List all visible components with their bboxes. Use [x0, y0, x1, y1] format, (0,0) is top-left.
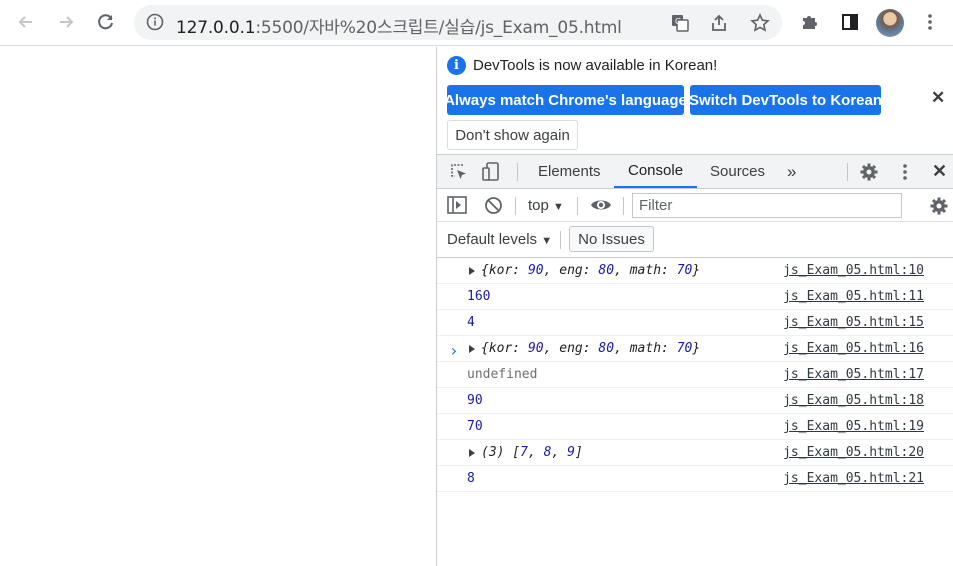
- kebab-menu-icon: [928, 14, 932, 30]
- divider: [623, 197, 624, 215]
- console-row: {kor: 90, eng: 80, math: 70} js_Exam_05.h…: [437, 336, 953, 362]
- url-host: 127.0.0.1: [176, 18, 256, 38]
- expand-triangle-icon[interactable]: [469, 345, 475, 353]
- console-settings-gear-icon[interactable]: [929, 196, 949, 221]
- console-row: 90 js_Exam_05.html:18: [437, 388, 953, 414]
- reload-button[interactable]: [92, 8, 120, 36]
- console-message: 160: [467, 289, 491, 304]
- console-message: 70: [467, 419, 483, 434]
- translate-icon[interactable]: G: [668, 11, 692, 35]
- source-link[interactable]: js_Exam_05.html:20: [783, 445, 924, 460]
- tab-elements[interactable]: Elements: [538, 155, 601, 188]
- svg-text:G: G: [675, 17, 681, 26]
- console-message: 90: [467, 393, 483, 408]
- close-devtools-icon[interactable]: ✕: [932, 161, 947, 182]
- no-issues-button[interactable]: No Issues: [569, 226, 654, 252]
- more-tabs-icon[interactable]: »: [787, 155, 796, 188]
- source-link[interactable]: js_Exam_05.html:11: [783, 289, 924, 304]
- reload-icon: [98, 14, 113, 30]
- console-row: (3) [7, 8, 9] js_Exam_05.html:20: [437, 440, 953, 466]
- devtools-panel: i DevTools is now available in Korean! A…: [436, 47, 953, 566]
- share-icon[interactable]: [707, 11, 731, 35]
- side-panel-icon: [842, 14, 858, 30]
- source-link[interactable]: js_Exam_05.html:21: [783, 471, 924, 486]
- infobar-message: DevTools is now available in Korean!: [473, 57, 718, 74]
- filter-input[interactable]: Filter: [632, 193, 902, 218]
- console-row: undefined js_Exam_05.html:17: [437, 362, 953, 388]
- dropdown-arrow-icon: ▼: [541, 235, 553, 247]
- chrome-menu-button[interactable]: [916, 8, 944, 36]
- levels-bar: Default levels ▼ No Issues: [437, 222, 953, 258]
- context-selector[interactable]: top ▼: [528, 197, 564, 214]
- source-link[interactable]: js_Exam_05.html:17: [783, 367, 924, 382]
- page-viewport: [0, 47, 437, 566]
- browser-toolbar: 127.0.0.1:5500/자바%20스크립트/실습/js_Exam_05.h…: [0, 0, 953, 46]
- url-path: :5500/자바%20스크립트/실습/js_Exam_05.html: [255, 18, 622, 38]
- console-toolbar: top ▼ Filter: [437, 189, 953, 222]
- puzzle-icon: [803, 16, 817, 29]
- console-output: {kor: 90, eng: 80, math: 70} js_Exam_05.h…: [437, 258, 953, 492]
- console-row: 160 js_Exam_05.html:11: [437, 284, 953, 310]
- inspect-element-icon[interactable]: [449, 162, 469, 187]
- source-link[interactable]: js_Exam_05.html:16: [783, 341, 924, 356]
- devtools-menu-icon[interactable]: [895, 162, 915, 187]
- console-message[interactable]: (3) [7, 8, 9]: [481, 445, 583, 460]
- bookmark-star-icon[interactable]: [748, 11, 772, 35]
- sidebar-toggle-icon[interactable]: [447, 196, 467, 219]
- switch-to-korean-button[interactable]: Switch DevTools to Korean: [689, 85, 882, 115]
- source-link[interactable]: js_Exam_05.html:18: [783, 393, 924, 408]
- divider: [577, 197, 578, 215]
- console-prompt-icon[interactable]: ›: [449, 341, 459, 360]
- address-bar[interactable]: 127.0.0.1:5500/자바%20스크립트/실습/js_Exam_05.h…: [134, 5, 782, 40]
- tab-console[interactable]: Console: [614, 155, 698, 188]
- extensions-button[interactable]: [796, 8, 824, 36]
- console-message[interactable]: {kor: 90, eng: 80, math: 70}: [481, 341, 700, 356]
- info-icon: i: [447, 56, 466, 75]
- divider: [515, 197, 516, 215]
- back-button[interactable]: [12, 8, 40, 36]
- devtools-tabbar: Elements Console Sources » ✕: [437, 155, 953, 189]
- console-message: undefined: [467, 367, 538, 382]
- context-label: top: [528, 197, 549, 214]
- close-infobar-icon[interactable]: ✕: [931, 88, 945, 108]
- profile-avatar[interactable]: [876, 9, 904, 37]
- always-match-language-button[interactable]: Always match Chrome's language: [444, 85, 687, 115]
- source-link[interactable]: js_Exam_05.html:15: [783, 315, 924, 330]
- source-link[interactable]: js_Exam_05.html:19: [783, 419, 924, 434]
- console-row: 70 js_Exam_05.html:19: [437, 414, 953, 440]
- arrow-right-icon: [60, 16, 74, 28]
- divider: [847, 163, 848, 181]
- settings-gear-icon[interactable]: [859, 162, 879, 187]
- divider: [560, 231, 561, 249]
- side-panel-button[interactable]: [836, 8, 864, 36]
- dont-show-again-button[interactable]: Don't show again: [447, 120, 578, 150]
- console-row: {kor: 90, eng: 80, math: 70} js_Exam_05.h…: [437, 258, 953, 284]
- divider: [517, 163, 518, 181]
- device-toolbar-icon[interactable]: [481, 161, 501, 188]
- expand-triangle-icon[interactable]: [469, 449, 475, 457]
- console-message: 8: [467, 471, 475, 486]
- source-link[interactable]: js_Exam_05.html:10: [783, 263, 924, 278]
- url-text: 127.0.0.1:5500/자바%20스크립트/실습/js_Exam_05.h…: [176, 13, 622, 38]
- console-message[interactable]: {kor: 90, eng: 80, math: 70}: [481, 263, 700, 278]
- forward-button[interactable]: [52, 8, 80, 36]
- arrow-left-icon: [18, 16, 32, 28]
- console-message: 4: [467, 315, 475, 330]
- tab-sources[interactable]: Sources: [710, 155, 765, 188]
- live-expression-eye-icon[interactable]: [590, 197, 612, 218]
- default-levels-dropdown[interactable]: Default levels ▼: [447, 231, 552, 248]
- language-infobar: i DevTools is now available in Korean! A…: [437, 47, 953, 155]
- clear-console-icon[interactable]: [484, 196, 503, 220]
- console-row: 8 js_Exam_05.html:21: [437, 466, 953, 492]
- info-icon[interactable]: [146, 13, 164, 36]
- console-row: 4 js_Exam_05.html:15: [437, 310, 953, 336]
- dropdown-arrow-icon: ▼: [553, 201, 564, 213]
- default-levels-label: Default levels: [447, 231, 538, 248]
- expand-triangle-icon[interactable]: [469, 267, 475, 275]
